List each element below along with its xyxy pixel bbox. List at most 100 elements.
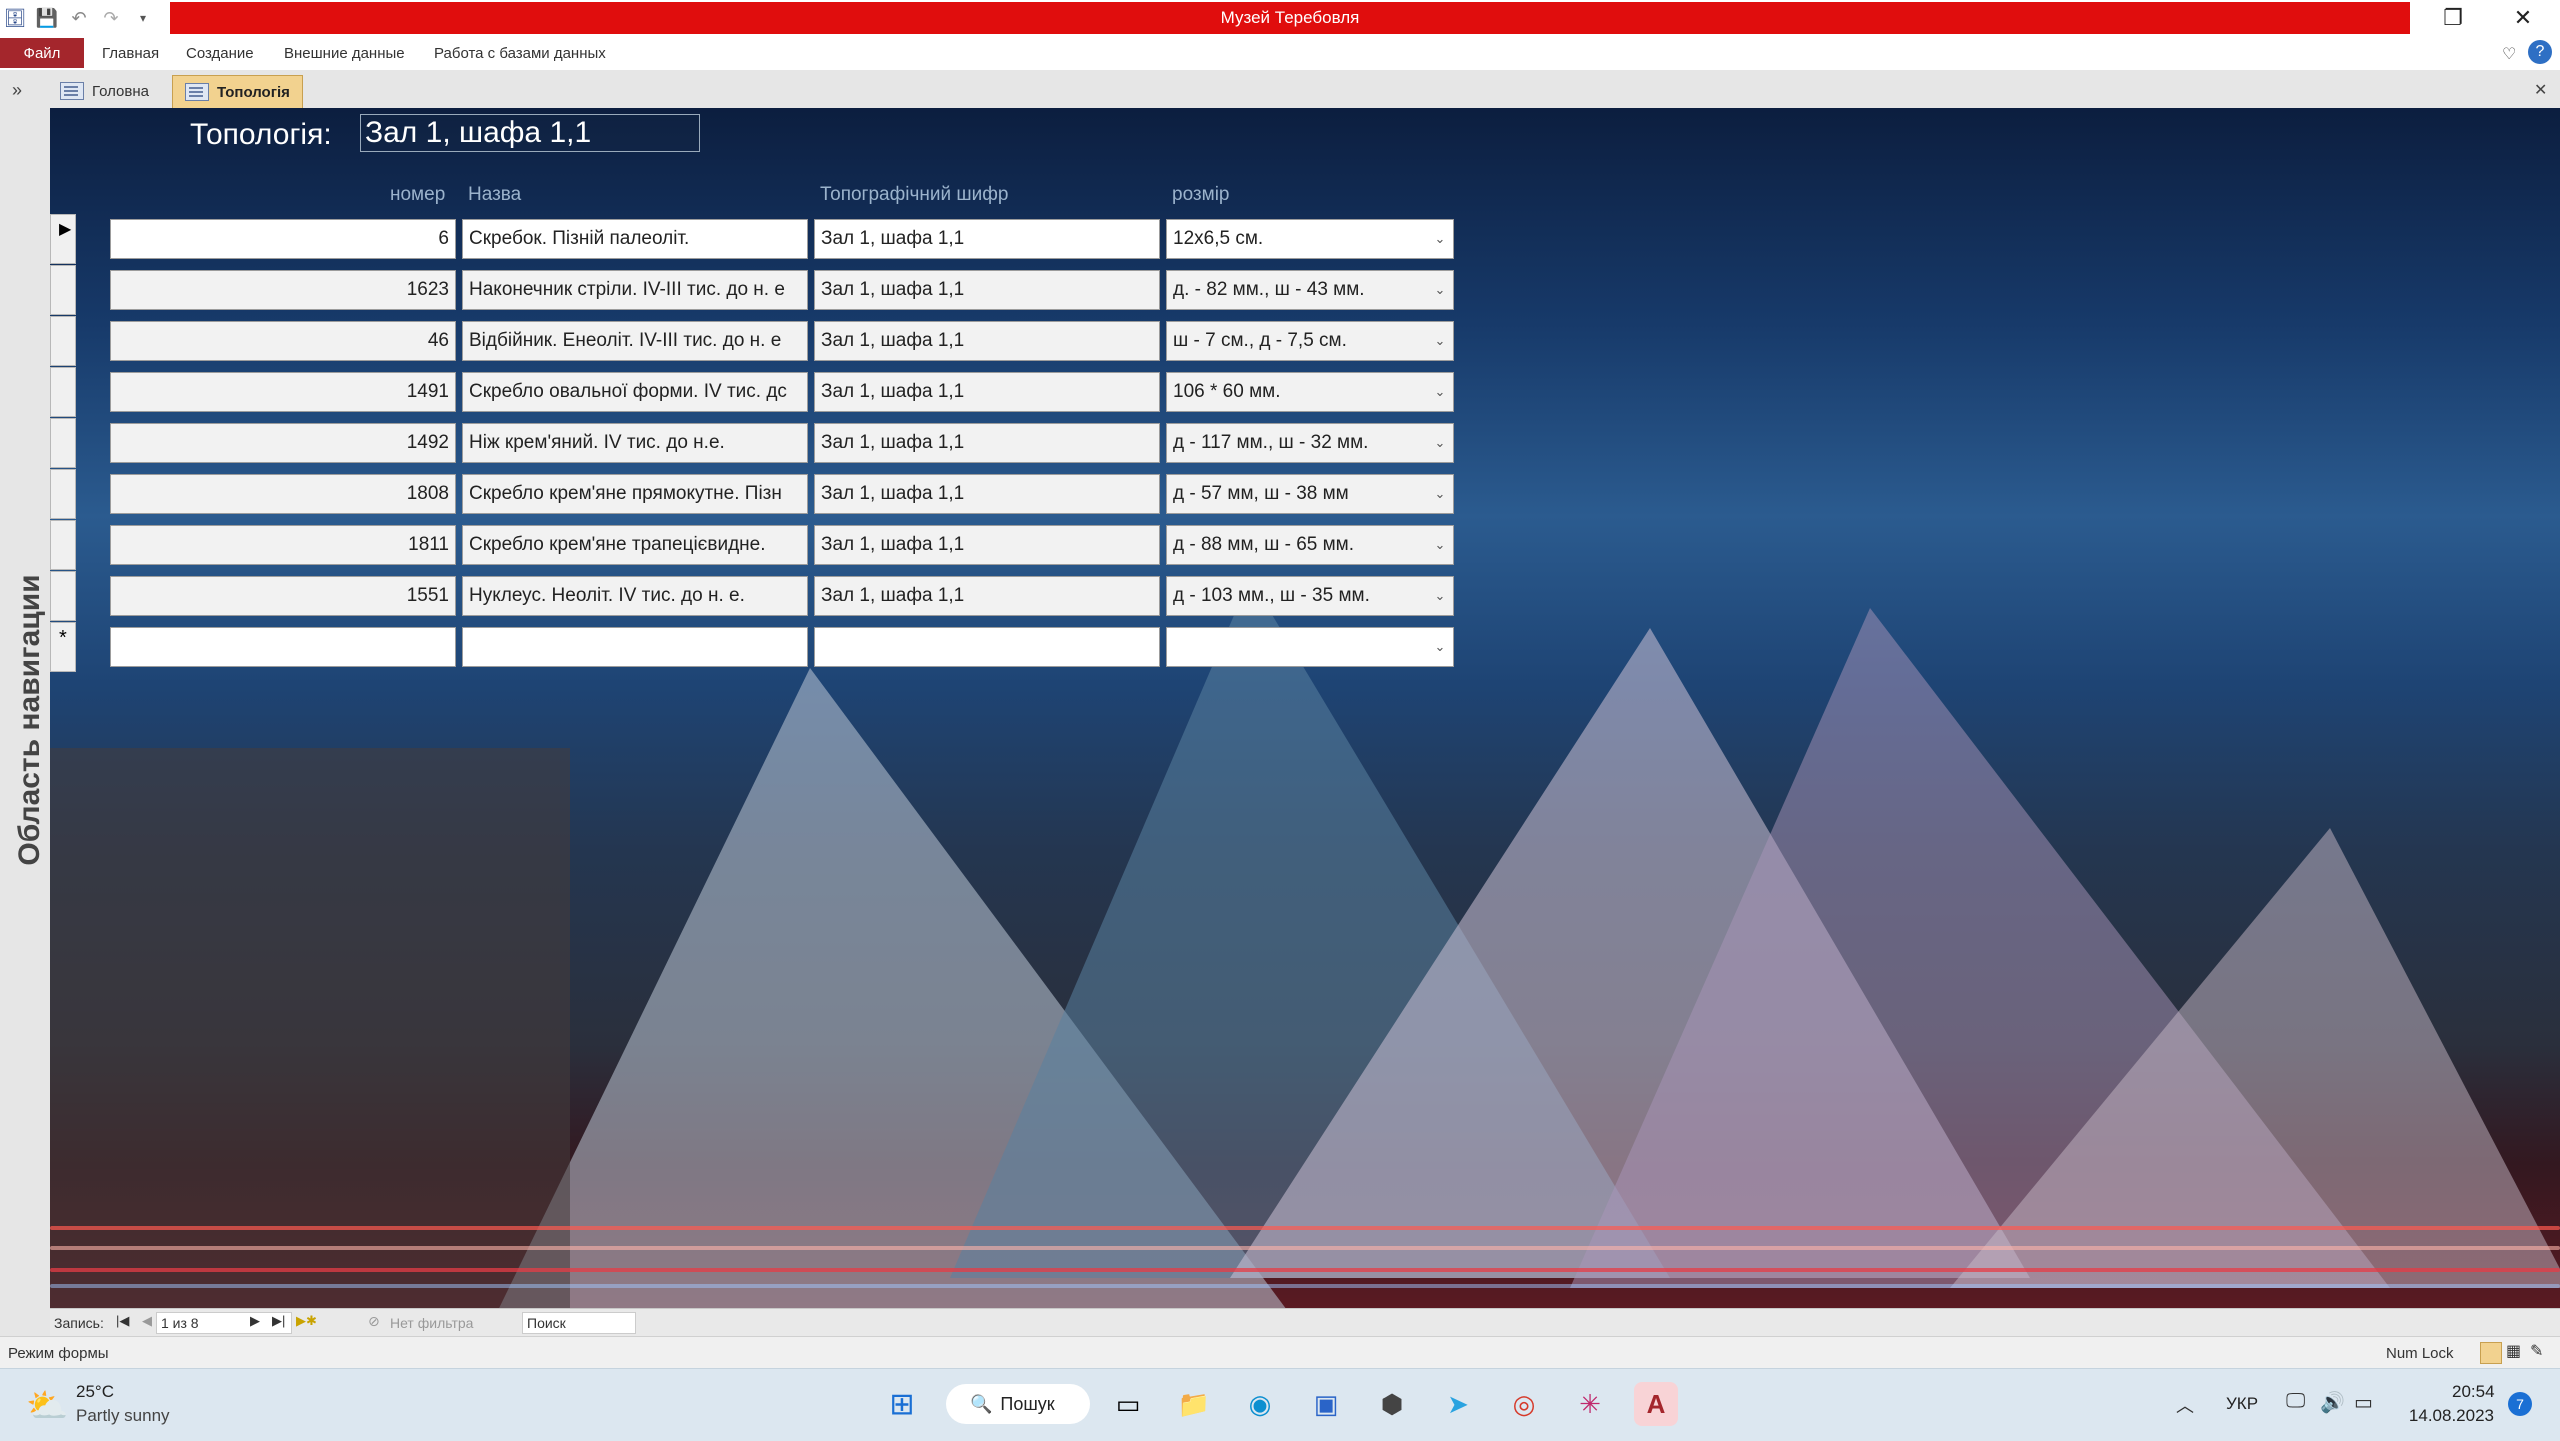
chrome-icon[interactable]: ◎ (1502, 1382, 1546, 1426)
last-record-button[interactable]: ▶| (272, 1313, 285, 1329)
cell-topo-code[interactable]: Зал 1, шафа 1,1 (814, 474, 1160, 514)
cell-size[interactable]: ⌄ (1166, 627, 1454, 667)
nav-pane-toggle[interactable]: » (12, 80, 22, 101)
access-app-icon[interactable]: 🗄 (4, 7, 27, 29)
undo-icon[interactable]: ↶ (68, 7, 90, 29)
design-view-icon[interactable]: ✎ (2530, 1341, 2543, 1361)
clock-date[interactable]: 14.08.2023 (2404, 1406, 2494, 1426)
windows-start-icon[interactable]: ⊞ (880, 1382, 924, 1426)
cell-name[interactable]: Відбійник. Енеоліт. IV-III тис. до н. е (462, 321, 808, 361)
combo-dropdown-arrow-icon[interactable]: ⌄ (1431, 220, 1449, 258)
chevron-up-icon[interactable]: ︿ (2176, 1392, 2194, 1418)
next-record-button[interactable]: ▶ (250, 1313, 260, 1329)
cell-topo-code[interactable]: Зал 1, шафа 1,1 (814, 423, 1160, 463)
customize-toolbar-icon[interactable]: ▾ (132, 7, 154, 29)
file-explorer-icon[interactable]: 📁 (1172, 1382, 1216, 1426)
combo-dropdown-arrow-icon[interactable]: ⌄ (1431, 526, 1449, 564)
cell-topo-code[interactable]: Зал 1, шафа 1,1 (814, 270, 1160, 310)
weather-temperature[interactable]: 25°C (76, 1382, 114, 1402)
layout-view-icon[interactable]: ▦ (2506, 1341, 2521, 1361)
doc-tab-golovna[interactable]: Головна (48, 75, 161, 107)
cell-number[interactable]: 1492 (110, 423, 456, 463)
record-selector[interactable] (50, 520, 76, 570)
cell-topo-code[interactable]: Зал 1, шафа 1,1 (814, 219, 1160, 259)
doc-tab-topologiya[interactable]: Топологія (172, 75, 303, 108)
cell-number[interactable]: 1551 (110, 576, 456, 616)
cell-topo-code[interactable]: Зал 1, шафа 1,1 (814, 576, 1160, 616)
close-window-button[interactable]: ✕ (2488, 0, 2558, 36)
task-view-icon[interactable]: ▭ (1106, 1382, 1150, 1426)
weather-description[interactable]: Partly sunny (76, 1406, 170, 1426)
cell-topo-code[interactable] (814, 627, 1160, 667)
tab-home[interactable]: Главная (102, 38, 159, 68)
language-indicator[interactable]: УКР (2226, 1394, 2258, 1414)
record-selector[interactable]: * (50, 622, 76, 672)
volume-icon[interactable]: 🔊 (2320, 1390, 2345, 1415)
cell-size[interactable]: д - 117 мм., ш - 32 мм. ⌄ (1166, 423, 1454, 463)
telegram-icon[interactable]: ➤ (1436, 1382, 1480, 1426)
taskbar-search[interactable]: 🔍 Пошук (946, 1384, 1090, 1424)
ribbon-collapse-icon[interactable]: ♡ (2502, 44, 2516, 64)
prev-record-button[interactable]: ◀ (142, 1313, 152, 1329)
tab-external-data[interactable]: Внешние данные (284, 38, 405, 68)
cell-size[interactable]: 106 * 60 мм. ⌄ (1166, 372, 1454, 412)
tab-database-tools[interactable]: Работа с базами данных (434, 38, 606, 68)
record-selector[interactable] (50, 469, 76, 519)
tab-file[interactable]: Файл (0, 38, 84, 68)
cell-size[interactable]: д - 103 мм., ш - 35 мм. ⌄ (1166, 576, 1454, 616)
combo-dropdown-arrow-icon[interactable]: ⌄ (1431, 577, 1449, 615)
cell-number[interactable] (110, 627, 456, 667)
cell-name[interactable]: Ніж крем'яний. IV тис. до н.е. (462, 423, 808, 463)
combo-dropdown-arrow-icon[interactable]: ⌄ (1431, 373, 1449, 411)
cell-number[interactable]: 1808 (110, 474, 456, 514)
cell-name[interactable]: Скребок. Пізній палеоліт. (462, 219, 808, 259)
cell-name[interactable]: Скребло крем'яне трапецієвидне. (462, 525, 808, 565)
app-cube-icon[interactable]: ⬢ (1370, 1382, 1414, 1426)
combo-dropdown-arrow-icon[interactable]: ⌄ (1431, 424, 1449, 462)
edge-browser-icon[interactable]: ◉ (1238, 1382, 1282, 1426)
network-icon[interactable]: 🖵 (2286, 1390, 2305, 1413)
cell-size[interactable]: д - 57 мм, ш - 38 мм ⌄ (1166, 474, 1454, 514)
slack-icon[interactable]: ✳ (1568, 1382, 1612, 1426)
tab-create[interactable]: Создание (186, 38, 254, 68)
save-icon[interactable]: 💾 (36, 7, 58, 29)
first-record-button[interactable]: |◀ (116, 1313, 129, 1329)
cell-size[interactable]: д. - 82 мм., ш - 43 мм. ⌄ (1166, 270, 1454, 310)
record-selector[interactable] (50, 316, 76, 366)
cell-number[interactable]: 1811 (110, 525, 456, 565)
record-selector[interactable]: ▶ (50, 214, 76, 264)
filter-icon[interactable]: ⊘ (368, 1313, 380, 1330)
cell-size[interactable]: ш - 7 см., д - 7,5 см. ⌄ (1166, 321, 1454, 361)
cell-name[interactable]: Наконечник стріли. IV-III тис. до н. е (462, 270, 808, 310)
cell-number[interactable]: 46 (110, 321, 456, 361)
form-view-icon[interactable] (2480, 1342, 2502, 1364)
help-icon[interactable]: ? (2528, 40, 2552, 64)
close-tab-icon[interactable]: ✕ (2534, 80, 2547, 100)
cell-topo-code[interactable]: Зал 1, шафа 1,1 (814, 372, 1160, 412)
redo-icon[interactable]: ↷ (100, 7, 122, 29)
combo-dropdown-arrow-icon[interactable]: ⌄ (1431, 628, 1449, 666)
combo-dropdown-arrow-icon[interactable]: ⌄ (1431, 322, 1449, 360)
microsoft-store-icon[interactable]: ▣ (1304, 1382, 1348, 1426)
cell-name[interactable]: Скребло крем'яне прямокутне. Пізн (462, 474, 808, 514)
notification-badge[interactable]: 7 (2508, 1392, 2532, 1416)
cell-topo-code[interactable]: Зал 1, шафа 1,1 (814, 525, 1160, 565)
battery-icon[interactable]: ▭ (2354, 1390, 2373, 1415)
clock-time[interactable]: 20:54 (2452, 1382, 2495, 1402)
cell-number[interactable]: 1491 (110, 372, 456, 412)
cell-size[interactable]: 12x6,5 см. ⌄ (1166, 219, 1454, 259)
form-title-value[interactable]: Зал 1, шафа 1,1 (360, 114, 700, 152)
restore-button[interactable]: ❐ (2418, 0, 2488, 36)
cell-name[interactable] (462, 627, 808, 667)
navigation-pane-label[interactable]: Область навигации (10, 560, 50, 880)
record-selector[interactable] (50, 571, 76, 621)
search-input[interactable]: Поиск (522, 1312, 636, 1334)
record-selector[interactable] (50, 367, 76, 417)
combo-dropdown-arrow-icon[interactable]: ⌄ (1431, 271, 1449, 309)
cell-name[interactable]: Нуклеус. Неоліт. IV тис. до н. е. (462, 576, 808, 616)
cell-topo-code[interactable]: Зал 1, шафа 1,1 (814, 321, 1160, 361)
access-taskbar-icon[interactable]: A (1634, 1382, 1678, 1426)
cell-number[interactable]: 1623 (110, 270, 456, 310)
record-selector[interactable] (50, 265, 76, 315)
cell-size[interactable]: д - 88 мм, ш - 65 мм. ⌄ (1166, 525, 1454, 565)
